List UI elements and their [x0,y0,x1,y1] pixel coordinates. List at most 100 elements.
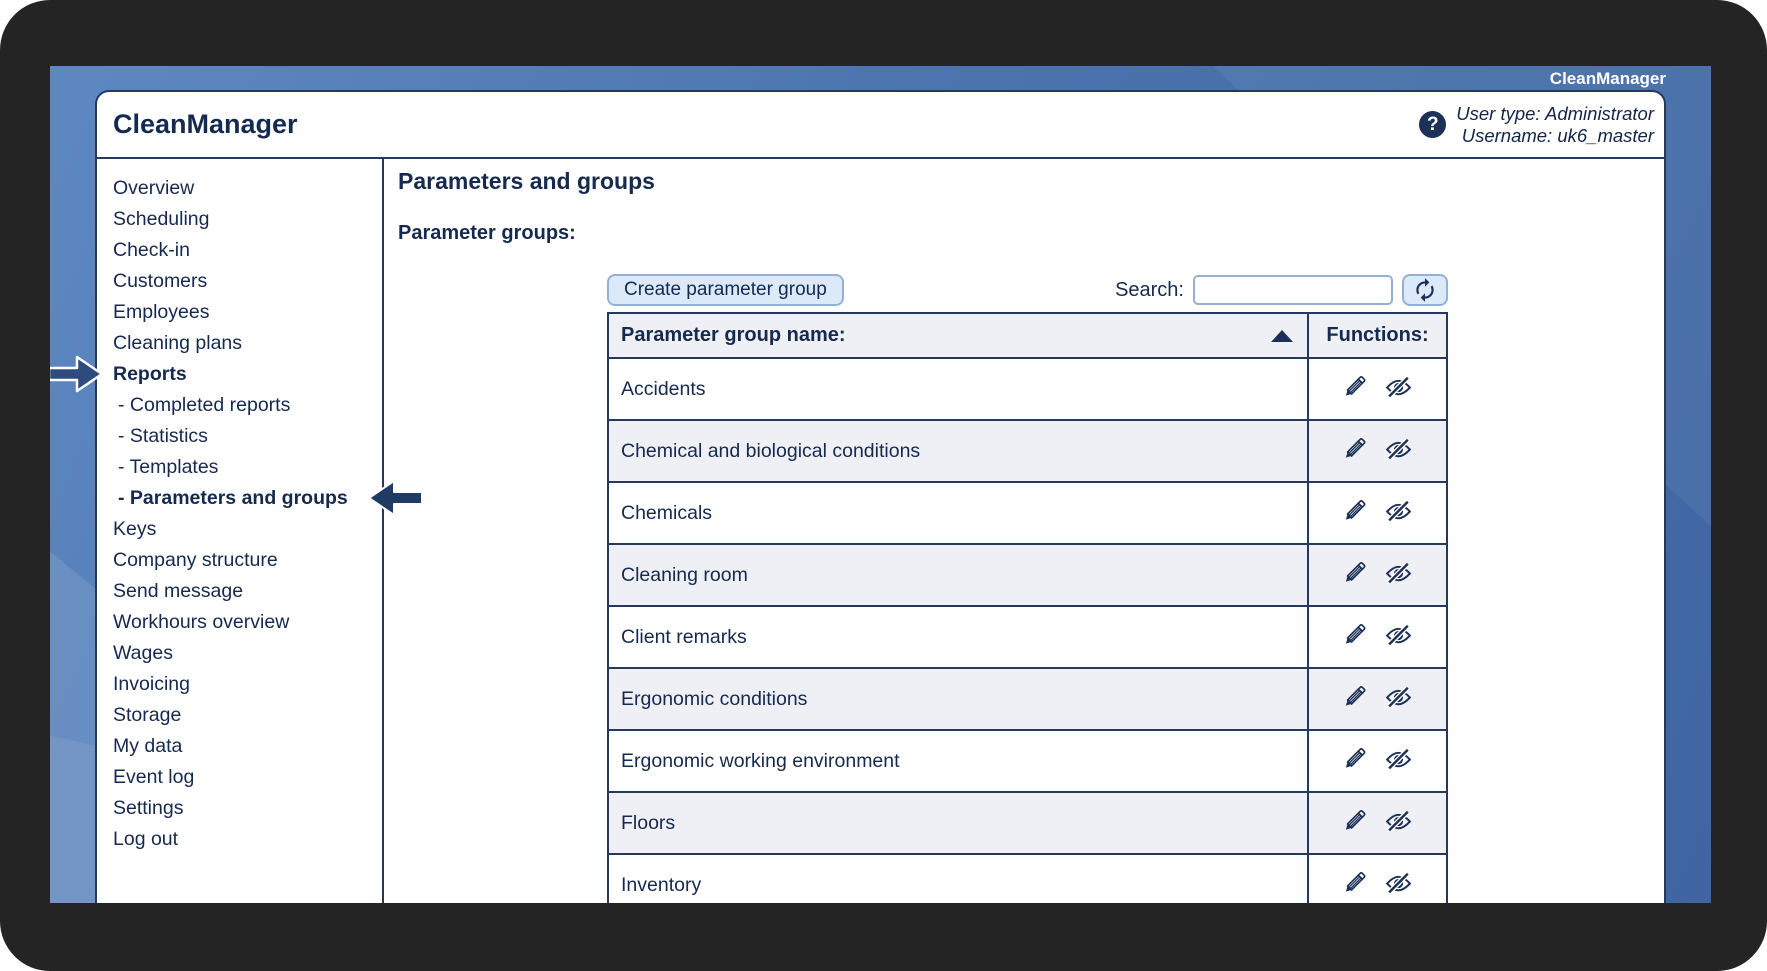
edit-pencil-icon[interactable] [1342,746,1368,777]
edit-pencil-icon[interactable] [1342,684,1368,715]
main-content: Parameters and groups Parameter groups: … [382,159,1664,903]
sidebar-item[interactable]: Workhours overview [113,607,382,638]
row-name: Cleaning room [608,544,1308,606]
search-group: Search: [1115,274,1448,306]
table-row[interactable]: Chemical and biological conditions [608,420,1447,482]
table-row[interactable]: Cleaning room [608,544,1447,606]
sidebar-item[interactable]: - Completed reports [113,390,382,421]
sidebar-list: OverviewSchedulingCheck-inCustomersEmplo… [113,173,382,855]
row-name: Client remarks [608,606,1308,668]
window-brand-badge: CleanManager [1550,66,1666,90]
hide-eye-off-icon[interactable] [1384,870,1413,901]
sidebar-item[interactable]: Invoicing [113,669,382,700]
table-row[interactable]: Floors [608,792,1447,854]
toolbar: Create parameter group Search: [607,274,1448,306]
refresh-button[interactable] [1402,274,1448,306]
app-title: CleanManager [113,109,298,140]
row-functions [1308,358,1447,420]
sidebar-item[interactable]: Company structure [113,545,382,576]
sidebar-item[interactable]: Send message [113,576,382,607]
edit-pencil-icon[interactable] [1342,808,1368,839]
row-name: Accidents [608,358,1308,420]
device-frame: CleanManager CleanManager ? User type: A… [0,0,1767,971]
sidebar-item[interactable]: My data [113,731,382,762]
table-header-row: Parameter group name: Functions: [608,313,1447,358]
sidebar-item[interactable]: Check-in [113,235,382,266]
column-header-name-label: Parameter group name: [621,324,846,346]
edit-pencil-icon[interactable] [1342,374,1368,405]
window-body: OverviewSchedulingCheck-inCustomersEmplo… [97,159,1664,903]
sidebar-item[interactable]: Overview [113,173,382,204]
hide-eye-off-icon[interactable] [1384,684,1413,715]
screen-background: CleanManager CleanManager ? User type: A… [50,66,1711,903]
sidebar-nav: OverviewSchedulingCheck-inCustomersEmplo… [97,159,382,903]
table-row[interactable]: Accidents [608,358,1447,420]
sidebar-item[interactable]: Storage [113,700,382,731]
table-body: Accidents Chemic [608,358,1447,903]
sidebar-item[interactable]: Scheduling [113,204,382,235]
user-type-text: User type: Administrator [1456,103,1654,125]
table-row[interactable]: Client remarks [608,606,1447,668]
sidebar-item[interactable]: Event log [113,762,382,793]
row-functions [1308,792,1447,854]
sidebar-item[interactable]: - Parameters and groups [113,483,382,514]
edit-pencil-icon[interactable] [1342,870,1368,901]
edit-pencil-icon[interactable] [1342,436,1368,467]
row-functions [1308,854,1447,903]
hide-eye-off-icon[interactable] [1384,746,1413,777]
table-row[interactable]: Chemicals [608,482,1447,544]
row-functions [1308,482,1447,544]
sidebar-item[interactable]: Reports [113,359,382,390]
sidebar-item[interactable]: Employees [113,297,382,328]
row-name: Inventory [608,854,1308,903]
username-text: Username: uk6_master [1456,125,1654,147]
sort-ascending-icon[interactable] [1271,330,1293,342]
row-functions [1308,668,1447,730]
sidebar-item[interactable]: Wages [113,638,382,669]
parameters-pointer-left-arrow [366,476,424,520]
table-row[interactable]: Ergonomic working environment [608,730,1447,792]
table-row[interactable]: Ergonomic conditions [608,668,1447,730]
edit-pencil-icon[interactable] [1342,498,1368,529]
hide-eye-off-icon[interactable] [1384,808,1413,839]
help-icon[interactable]: ? [1419,111,1446,138]
page-title: Parameters and groups [398,167,1664,195]
row-functions [1308,606,1447,668]
parameter-groups-table: Parameter group name: Functions: Acciden… [607,312,1448,903]
create-parameter-group-button[interactable]: Create parameter group [607,274,844,306]
app-header: CleanManager ? User type: Administrator … [97,92,1664,159]
section-title: Parameter groups: [398,221,1664,245]
row-name: Floors [608,792,1308,854]
edit-pencil-icon[interactable] [1342,560,1368,591]
row-functions [1308,730,1447,792]
sidebar-item[interactable]: Keys [113,514,382,545]
app-window: CleanManager ? User type: Administrator … [95,90,1666,903]
row-name: Chemical and biological conditions [608,420,1308,482]
sidebar-item[interactable]: - Templates [113,452,382,483]
refresh-icon [1412,277,1438,303]
row-name: Chemicals [608,482,1308,544]
parameter-groups-panel: Create parameter group Search: [607,274,1448,903]
search-input[interactable] [1193,275,1393,305]
hide-eye-off-icon[interactable] [1384,622,1413,653]
column-header-functions: Functions: [1308,313,1447,358]
sidebar-item[interactable]: Settings [113,793,382,824]
hide-eye-off-icon[interactable] [1384,560,1413,591]
hide-eye-off-icon[interactable] [1384,374,1413,405]
user-info: User type: Administrator Username: uk6_m… [1456,103,1654,147]
sidebar-item[interactable]: Customers [113,266,382,297]
search-label: Search: [1115,279,1184,302]
table-row[interactable]: Inventory [608,854,1447,903]
sidebar-item[interactable]: Cleaning plans [113,328,382,359]
sidebar-item[interactable]: - Statistics [113,421,382,452]
sidebar-item[interactable]: Log out [113,824,382,855]
user-block: ? User type: Administrator Username: uk6… [1419,103,1654,147]
edit-pencil-icon[interactable] [1342,622,1368,653]
row-functions [1308,420,1447,482]
column-header-name[interactable]: Parameter group name: [608,313,1308,358]
hide-eye-off-icon[interactable] [1384,498,1413,529]
row-name: Ergonomic conditions [608,668,1308,730]
reports-pointer-right-arrow [50,352,105,396]
hide-eye-off-icon[interactable] [1384,436,1413,467]
row-name: Ergonomic working environment [608,730,1308,792]
